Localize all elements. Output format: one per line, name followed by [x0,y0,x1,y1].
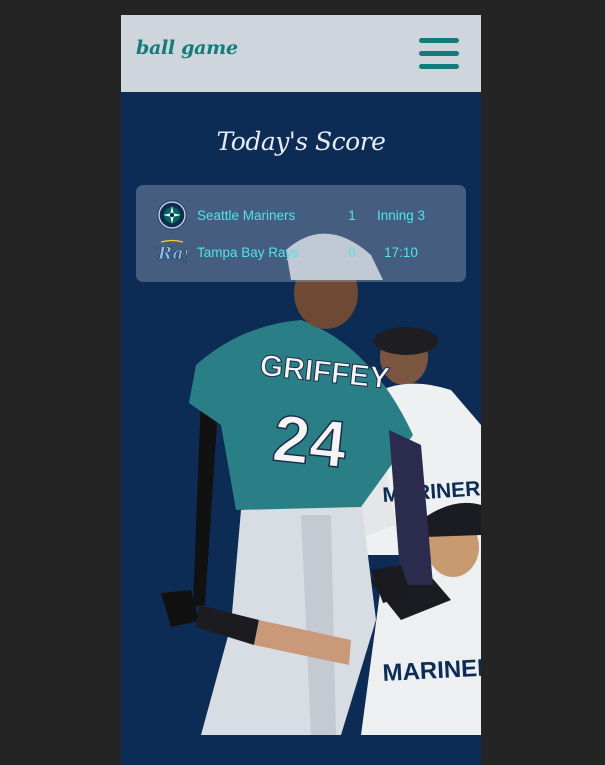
game-inning: Inning 3 [376,208,426,223]
home-team-name: Seattle Mariners [197,208,296,223]
brand-logo[interactable]: ball game [136,37,238,59]
away-team-score: 0 [348,245,356,260]
rays-logo-icon: Rays [157,239,187,264]
game-time: 17:10 [384,245,418,260]
page-title: Today's Score [216,127,386,156]
crouching-jersey-text: MARINERS [382,653,481,687]
batter-jersey-number: 24 [270,400,351,481]
hamburger-menu-icon[interactable] [419,37,459,71]
app-frame: ball game Today's Score MARINERS MARINER… [121,15,481,765]
team-row-away: Rays Tampa Bay Rays 0 17:10 [136,237,466,267]
svg-text:Rays: Rays [157,244,187,264]
team-row-home: Seattle Mariners 1 Inning 3 [136,200,466,230]
away-team-name: Tampa Bay Rays [197,245,300,260]
top-navbar: ball game [121,15,481,92]
mariners-logo-icon [157,200,187,230]
home-team-score: 1 [348,208,356,223]
hero-players-image: MARINERS MARINERS GRIFFEY 24 [161,233,481,735]
score-card[interactable]: Seattle Mariners 1 Inning 3 Rays Tampa B… [136,185,466,282]
